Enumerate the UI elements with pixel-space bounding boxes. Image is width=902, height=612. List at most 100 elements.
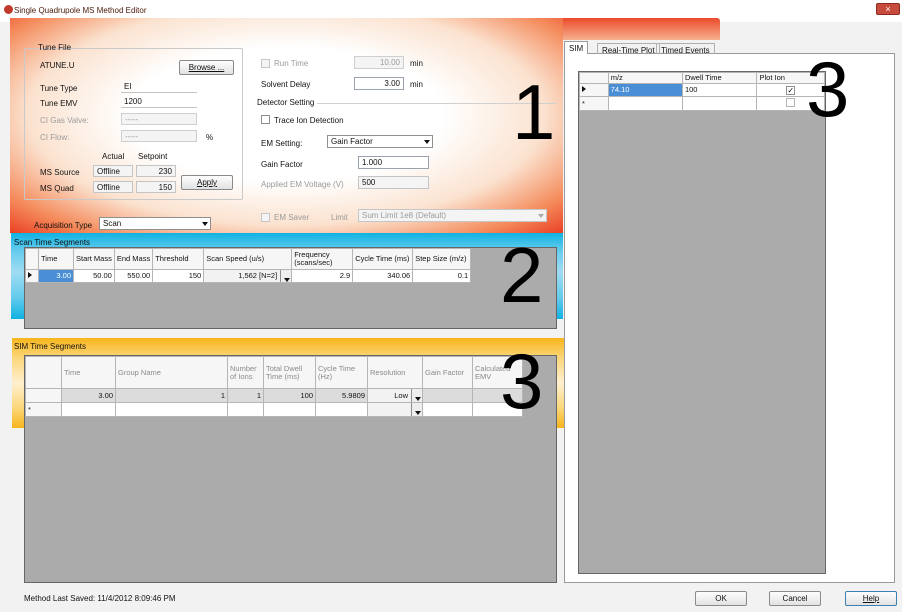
new-cell-time[interactable]	[61, 402, 116, 417]
sim-segments-table: Time Group Name Number of Ions Total Dwe…	[25, 356, 523, 417]
new-cell-number-of-ions	[227, 402, 264, 417]
col-header-mz[interactable]: m/z	[607, 72, 683, 84]
col-header-cycle-time[interactable]: Cycle Time (ms)	[352, 248, 414, 270]
new-cell-resolution[interactable]	[367, 402, 423, 417]
browse-button[interactable]: Browse ...	[179, 60, 234, 75]
col-header-cycle-time[interactable]: Cycle Time (Hz)	[315, 356, 368, 389]
table-row[interactable]: 74.10 100 ✓	[579, 83, 825, 97]
plot-ion-checkbox[interactable]: ✓	[786, 85, 796, 95]
row-header-corner	[579, 72, 609, 84]
new-cell-cycle-time	[315, 402, 368, 417]
scan-speed-dropdown[interactable]	[280, 270, 291, 282]
row-selector[interactable]	[25, 269, 39, 283]
solvent-delay-field[interactable]: 3.00	[354, 77, 404, 90]
new-resolution-dropdown[interactable]	[411, 403, 422, 416]
cell-dwell-time[interactable]: 100	[681, 83, 758, 97]
em-saver-label: EM Saver	[274, 213, 310, 222]
chevron-down-icon	[424, 140, 430, 144]
new-row-marker: *	[579, 96, 609, 111]
trace-ion-checkbox[interactable]	[261, 115, 270, 124]
cell-step-size[interactable]: 0.1	[412, 269, 472, 283]
new-row[interactable]: *	[579, 96, 825, 111]
cell-resolution[interactable]: Low	[367, 388, 423, 403]
annotation-number-2: 2	[500, 231, 544, 319]
new-row-marker: *	[25, 402, 62, 417]
close-window-button[interactable]: ×	[876, 3, 900, 15]
sim-ions-header-row: m/z Dwell Time Plot Ion	[579, 72, 825, 84]
cell-start-mass[interactable]: 50.00	[73, 269, 115, 283]
gain-factor-field[interactable]: 1.000	[358, 156, 429, 169]
em-setting-select[interactable]: Gain Factor	[327, 135, 433, 148]
resolution-dropdown[interactable]	[411, 389, 422, 402]
acquisition-type-select[interactable]: Scan	[99, 217, 211, 230]
tune-emv-field: 1200	[121, 96, 197, 108]
table-row[interactable]: 3.00 1 1 100 5.9809 Low	[25, 388, 523, 403]
run-time-checkbox[interactable]	[261, 59, 270, 68]
tune-file-group-label: Tune File	[38, 43, 72, 52]
ms-quad-actual: Offline	[93, 181, 133, 193]
col-header-group-name[interactable]: Group Name	[115, 356, 228, 389]
col-header-gain-factor[interactable]: Gain Factor	[422, 356, 473, 389]
scan-speed-value: 1,562 [N=2]	[238, 271, 278, 280]
cell-time[interactable]: 3.00	[38, 269, 74, 283]
col-header-end-mass[interactable]: End Mass	[113, 248, 154, 270]
new-plot-ion-checkbox[interactable]	[786, 98, 796, 107]
cell-scan-speed[interactable]: 1,562 [N=2]	[203, 269, 293, 283]
ci-flow-unit: %	[206, 133, 214, 142]
ms-source-setpoint[interactable]: 230	[136, 165, 176, 177]
help-button[interactable]: Help	[845, 591, 897, 606]
table-row[interactable]: 3.00 50.00 550.00 150 1,562 [N=2] 2.9 34…	[25, 269, 472, 283]
acquisition-type-label: Acquisition Type	[34, 221, 93, 230]
tab-timed-events[interactable]: Timed Events	[656, 43, 715, 55]
cell-mz[interactable]: 74.10	[607, 83, 683, 97]
row-header-corner	[25, 248, 39, 270]
solvent-delay-unit: min	[410, 80, 423, 89]
cancel-button[interactable]: Cancel	[769, 591, 821, 606]
row-selector[interactable]	[579, 83, 609, 97]
em-saver-checkbox[interactable]	[261, 213, 270, 222]
sim-segments-title: SIM Time Segments	[14, 342, 87, 351]
scan-header-row: Time Start Mass End Mass Threshold Scan …	[25, 248, 472, 270]
new-cell-gain-factor[interactable]	[422, 402, 473, 417]
col-header-threshold[interactable]: Threshold	[152, 248, 205, 270]
cell-end-mass[interactable]: 550.00	[113, 269, 154, 283]
acquisition-type-value: Scan	[103, 219, 122, 228]
limit-value: Sum Limit 1e8 (Default)	[362, 211, 447, 220]
new-cell-mz[interactable]	[607, 96, 683, 111]
cell-threshold[interactable]: 150	[152, 269, 205, 283]
detector-setting-label: Detector Setting	[257, 98, 315, 107]
limit-select[interactable]: Sum Limit 1e8 (Default)	[358, 209, 547, 222]
sim-ions-table: m/z Dwell Time Plot Ion 74.10 100 ✓ *	[579, 72, 825, 111]
ms-quad-label: MS Quad	[40, 184, 74, 193]
col-header-dwell-time[interactable]: Dwell Time	[681, 72, 758, 84]
row-selector[interactable]	[25, 388, 62, 403]
ok-button[interactable]: OK	[695, 591, 747, 606]
new-row[interactable]: *	[25, 402, 523, 417]
new-cell-group-name[interactable]	[115, 402, 228, 417]
tab-real-time-plot[interactable]: Real-Time Plot	[597, 43, 660, 55]
cell-gain-factor[interactable]	[422, 388, 473, 403]
col-header-number-of-ions[interactable]: Number of Ions	[227, 356, 264, 389]
run-time-unit: min	[410, 59, 423, 68]
ms-quad-setpoint[interactable]: 150	[136, 181, 176, 193]
row-pointer-icon	[28, 272, 32, 278]
col-header-resolution[interactable]: Resolution	[367, 356, 423, 389]
cell-time[interactable]: 3.00	[61, 388, 116, 403]
cell-group-name[interactable]: 1	[115, 388, 228, 403]
col-header-time[interactable]: Time	[61, 356, 116, 389]
col-header-start-mass[interactable]: Start Mass	[73, 248, 115, 270]
tune-type-label: Tune Type	[40, 84, 78, 93]
col-header-step-size[interactable]: Step Size (m/z)	[412, 248, 472, 270]
col-header-frequency[interactable]: Frequency (scans/sec)	[291, 248, 354, 270]
highlight-region-tabs	[563, 18, 720, 40]
run-time-field[interactable]: 10.00	[354, 56, 404, 69]
sim-ions-grid: m/z Dwell Time Plot Ion 74.10 100 ✓ *	[578, 71, 826, 574]
col-header-scan-speed[interactable]: Scan Speed (u/s)	[203, 248, 293, 270]
apply-button-label: Apply	[196, 178, 217, 187]
new-cell-dwell-time[interactable]	[681, 96, 758, 111]
apply-button[interactable]: Apply	[181, 175, 233, 190]
browse-button-label: Browse ...	[188, 63, 225, 72]
col-header-time[interactable]: Time	[38, 248, 74, 270]
tab-sim[interactable]: SIM	[564, 41, 589, 54]
col-header-total-dwell[interactable]: Total Dwell Time (ms)	[263, 356, 316, 389]
